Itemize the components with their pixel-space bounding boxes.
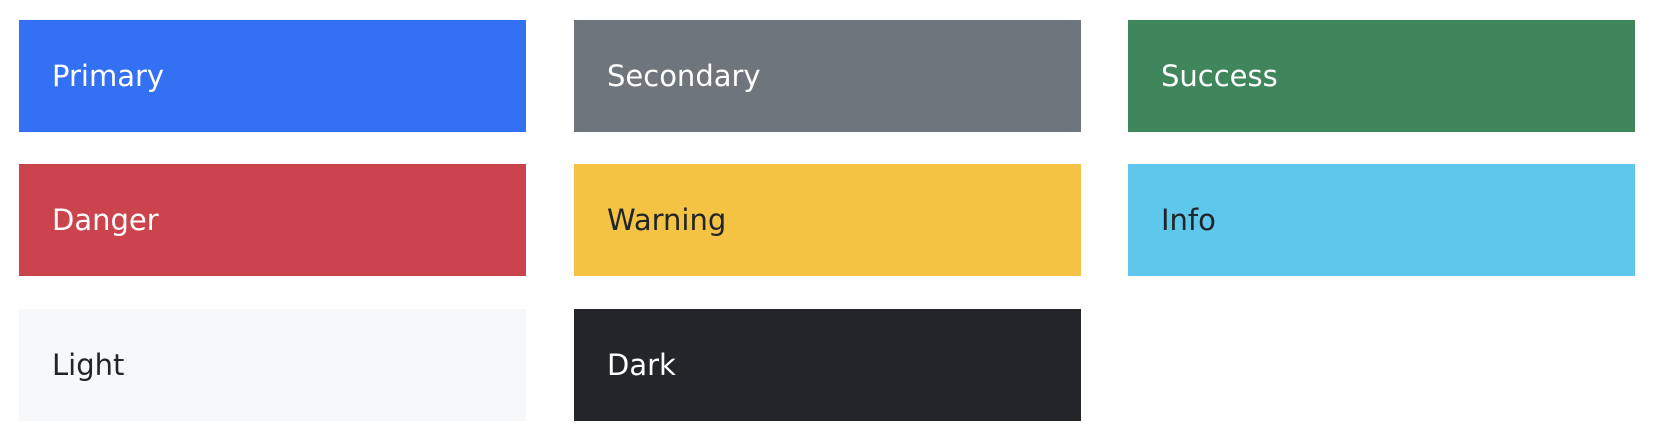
swatch-label: Dark — [607, 347, 676, 382]
swatch-label: Info — [1161, 202, 1216, 237]
swatch-label: Danger — [52, 202, 159, 237]
swatch-label: Warning — [607, 202, 727, 237]
swatch-dark: Dark — [574, 309, 1081, 421]
swatch-light: Light — [19, 309, 526, 421]
swatch-secondary: Secondary — [574, 20, 1081, 132]
swatch-label: Light — [52, 347, 125, 382]
swatch-danger: Danger — [19, 164, 526, 276]
swatch-label: Secondary — [607, 58, 761, 93]
swatch-success: Success — [1128, 20, 1635, 132]
swatch-info: Info — [1128, 164, 1635, 276]
swatch-label: Primary — [52, 58, 165, 93]
swatch-warning: Warning — [574, 164, 1081, 276]
color-swatch-grid: Primary Secondary Success Danger Warning… — [0, 0, 1656, 446]
swatch-primary: Primary — [19, 20, 526, 132]
swatch-label: Success — [1161, 58, 1278, 93]
